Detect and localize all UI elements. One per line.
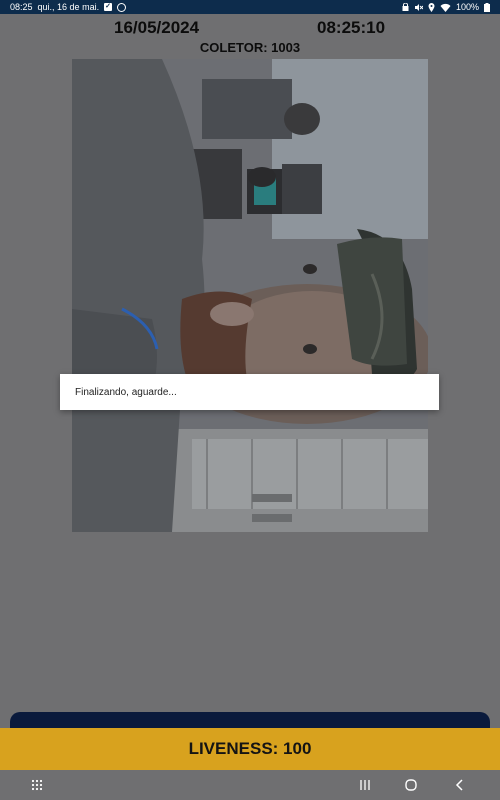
liveness-bar: LIVENESS: 100 <box>0 728 500 770</box>
battery-icon <box>484 2 490 12</box>
sync-notification-icon <box>117 2 127 12</box>
mute-icon <box>414 3 423 12</box>
back-icon[interactable] <box>453 778 467 792</box>
recents-icon[interactable] <box>358 778 372 792</box>
header: 16/05/2024 08:25:10 <box>0 16 500 38</box>
current-time: 08:25:10 <box>317 18 386 37</box>
apps-grid-icon[interactable] <box>30 778 44 792</box>
collector-label: COLETOR: 1003 <box>199 40 301 55</box>
lock-icon <box>402 3 409 11</box>
battery-percent: 100% <box>455 2 479 12</box>
dialog-message: Finalizando, aguarde... <box>75 386 177 398</box>
status-bar: 08:25 qui., 16 de mai. ✓ 100% <box>0 0 500 14</box>
status-date: qui., 16 de mai. <box>37 2 100 12</box>
loading-dialog: Finalizando, aguarde... <box>60 374 439 410</box>
liveness-score: LIVENESS: 100 <box>188 739 312 758</box>
navigation-bar <box>0 770 500 800</box>
current-date: 16/05/2024 <box>114 18 200 37</box>
camera-preview <box>72 59 428 532</box>
home-icon[interactable] <box>404 778 418 792</box>
checkbox-notification-icon: ✓ <box>104 3 113 11</box>
wifi-icon <box>440 3 451 12</box>
location-icon <box>428 2 435 12</box>
status-time: 08:25 <box>10 2 33 12</box>
